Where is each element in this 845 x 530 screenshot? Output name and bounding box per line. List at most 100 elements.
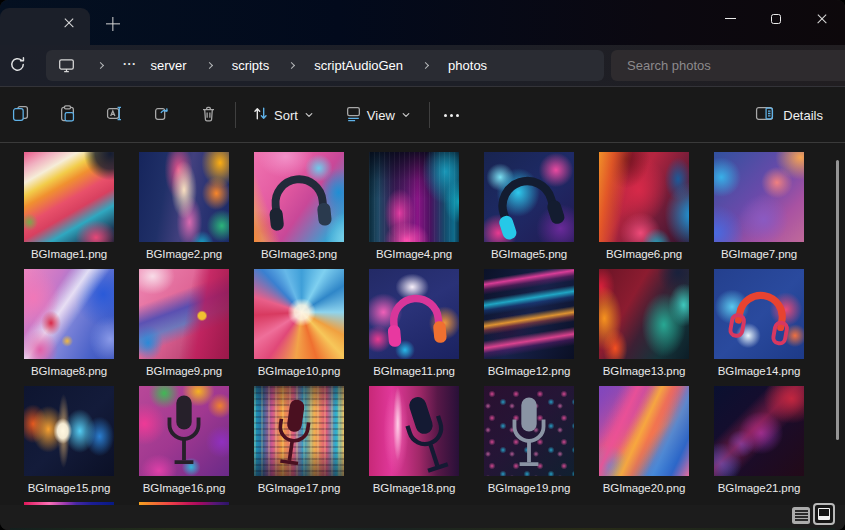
view-icon (345, 105, 367, 125)
breadcrumb-item[interactable]: scripts (229, 58, 273, 73)
file-name: BGImage6.png (606, 248, 682, 260)
file-name-label: BGImage8.png (24, 365, 114, 377)
file-thumbnail (484, 269, 574, 359)
new-tab-button[interactable] (103, 14, 122, 33)
details-button[interactable]: Details (749, 97, 829, 133)
copy-button[interactable] (0, 97, 40, 133)
delete-button[interactable] (188, 97, 228, 133)
file-name-label: BGImage20.png (599, 482, 689, 494)
view-button[interactable]: View (334, 97, 427, 133)
file-name-label: BGImage17.png (254, 482, 344, 494)
delete-icon (200, 105, 217, 126)
file-item[interactable]: BGImage19.png (484, 386, 574, 494)
vertical-scrollbar[interactable] (836, 160, 839, 440)
this-pc-icon (58, 57, 75, 74)
file-item[interactable]: BGImage8.png (24, 269, 114, 377)
breadcrumb[interactable]: ··· server scripts scriptAudioGen photos (46, 50, 604, 81)
file-item[interactable]: BGImage11.png (369, 269, 459, 377)
file-name: BGImage11.png (373, 365, 455, 377)
file-name-label: BGImage21.png (714, 482, 804, 494)
thumbnail-view-button[interactable] (813, 503, 835, 525)
file-name-label: BGImage10.png (254, 365, 344, 377)
explorer-tab[interactable] (0, 8, 90, 45)
close-button[interactable] (799, 0, 845, 37)
file-item[interactable]: BGImage13.png (599, 269, 689, 377)
file-name: BGImage3.png (261, 248, 337, 260)
file-thumbnail (714, 152, 804, 242)
more-ellipsis-icon (444, 114, 459, 117)
file-item[interactable]: BGImage16.png (139, 386, 229, 494)
file-thumbnail (599, 386, 689, 476)
file-name-label: BGImage6.png (599, 248, 689, 260)
file-thumbnail (254, 152, 344, 242)
file-thumbnail (254, 269, 344, 359)
breadcrumb-item[interactable]: scriptAudioGen (311, 58, 406, 73)
file-name-label: BGImage18.png (369, 482, 459, 494)
file-name: BGImage10.png (258, 365, 340, 377)
file-thumbnail (369, 152, 459, 242)
file-item[interactable]: BGImage2.png (139, 152, 229, 260)
minimize-button[interactable] (707, 0, 753, 37)
file-name-label: BGImage13.png (599, 365, 689, 377)
file-thumbnail (714, 269, 804, 359)
file-item[interactable]: BGImage4.png (369, 152, 459, 260)
file-item[interactable]: BGImage15.png (24, 386, 114, 494)
file-item[interactable]: BGImage21.png (714, 386, 804, 494)
paste-button[interactable] (47, 97, 87, 133)
file-thumbnail (24, 269, 114, 359)
list-view-icon (795, 510, 808, 521)
file-name-label: BGImage12.png (484, 365, 574, 377)
file-item[interactable]: BGImage12.png (484, 269, 574, 377)
file-thumbnail (139, 152, 229, 242)
rename-button[interactable] (94, 97, 134, 133)
details-view-button[interactable] (792, 507, 810, 524)
file-thumbnail (599, 152, 689, 242)
file-name: BGImage15.png (28, 482, 110, 494)
file-name-label: BGImage9.png (139, 365, 229, 377)
breadcrumb-item[interactable]: photos (445, 58, 490, 73)
file-item[interactable]: BGImage18.png (369, 386, 459, 494)
file-item[interactable]: BGImage5.png (484, 152, 574, 260)
breadcrumb-item[interactable]: server (148, 58, 190, 73)
file-thumbnail (369, 269, 459, 359)
thumbnail-view-icon (818, 508, 830, 520)
file-name-label: BGImage19.png (484, 482, 574, 494)
file-name: BGImage5.png (491, 248, 567, 260)
file-name: BGImage1.png (31, 248, 107, 260)
file-name: BGImage9.png (146, 365, 222, 377)
address-bar-row: ··· server scripts scriptAudioGen photos (0, 45, 845, 87)
file-item[interactable]: BGImage6.png (599, 152, 689, 260)
search-input[interactable] (627, 58, 827, 73)
file-name: BGImage4.png (376, 248, 452, 260)
copy-icon (12, 105, 29, 126)
file-item[interactable]: BGImage9.png (139, 269, 229, 377)
sort-button[interactable]: Sort (241, 97, 330, 133)
file-item[interactable]: BGImage20.png (599, 386, 689, 494)
file-name: BGImage8.png (31, 365, 107, 377)
file-item[interactable]: BGImage1.png (24, 152, 114, 260)
search-box[interactable] (611, 50, 845, 81)
maximize-button[interactable] (753, 0, 799, 37)
file-item[interactable]: BGImage7.png (714, 152, 804, 260)
file-thumbnail (484, 386, 574, 476)
titlebar (0, 0, 845, 45)
file-item[interactable]: BGImage10.png (254, 269, 344, 377)
toolbar: SortView Details (0, 88, 845, 143)
file-item[interactable]: BGImage14.png (714, 269, 804, 377)
breadcrumb-overflow[interactable]: ··· (120, 57, 140, 71)
file-thumbnail (254, 386, 344, 476)
file-thumbnail (139, 386, 229, 476)
file-item[interactable]: BGImage17.png (254, 386, 344, 494)
share-button[interactable] (141, 97, 181, 133)
chevron-right-icon (422, 62, 429, 69)
file-item[interactable]: BGImage3.png (254, 152, 344, 260)
file-name-label: BGImage2.png (139, 248, 229, 260)
tab-close-icon[interactable] (59, 13, 78, 32)
more-options-button[interactable] (434, 97, 470, 133)
details-pane-icon (755, 105, 783, 125)
file-name-label: BGImage3.png (254, 248, 344, 260)
paste-icon (59, 105, 76, 126)
file-name: BGImage7.png (721, 248, 797, 260)
refresh-icon[interactable] (7, 54, 27, 74)
file-name: BGImage17.png (258, 482, 340, 494)
